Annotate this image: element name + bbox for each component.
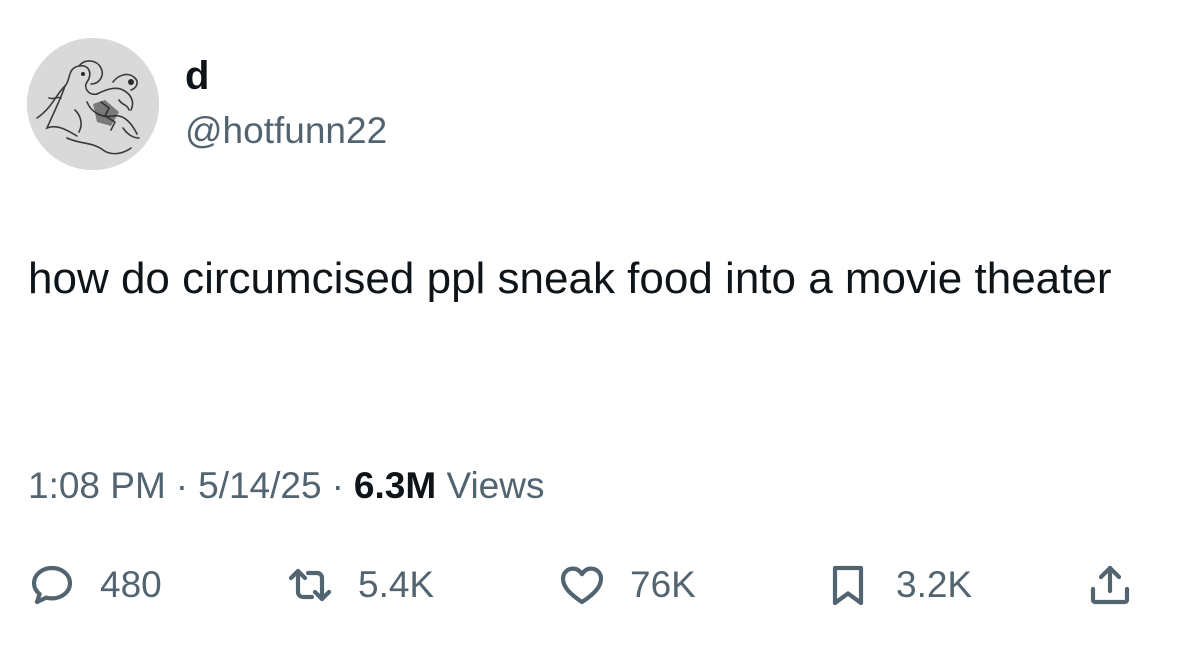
bookmark-button[interactable]: 3.2K (824, 555, 972, 615)
tweet-time[interactable]: 1:08 PM (28, 465, 166, 506)
heart-icon (560, 566, 604, 605)
retweet-count: 5.4K (358, 564, 435, 605)
bookmark-count: 3.2K (896, 564, 973, 605)
tweet-date[interactable]: 5/14/25 (198, 465, 321, 506)
retweet-icon (288, 568, 332, 602)
reply-icon (31, 565, 73, 605)
retweet-button[interactable]: 5.4K (286, 555, 434, 615)
reply-button[interactable]: 480 (28, 555, 162, 615)
display-name[interactable]: d (185, 52, 209, 100)
bookmark-icon (832, 565, 864, 606)
meta-separator: · (331, 465, 344, 506)
avatar[interactable] (27, 38, 159, 170)
tweet-text: how do circumcised ppl sneak food into a… (28, 254, 1112, 303)
sketch-avatar-icon (27, 38, 159, 170)
views-count: 6.3M (353, 465, 437, 506)
user-handle[interactable]: @hotfunn22 (185, 108, 387, 154)
like-button[interactable]: 76K (558, 555, 696, 615)
action-bar: 480 5.4K 76K 3.2K (0, 555, 1179, 615)
share-button[interactable] (1086, 555, 1134, 615)
meta-separator: · (175, 465, 189, 506)
reply-count: 480 (100, 564, 162, 605)
tweet-meta: 1:08 PM · 5/14/25 · 6.3M Views (28, 462, 544, 510)
tweet-card: d @hotfunn22 how do circumcised ppl snea… (0, 0, 1179, 670)
views-label: Views (446, 465, 545, 506)
like-count: 76K (630, 564, 696, 605)
share-icon (1090, 565, 1130, 605)
